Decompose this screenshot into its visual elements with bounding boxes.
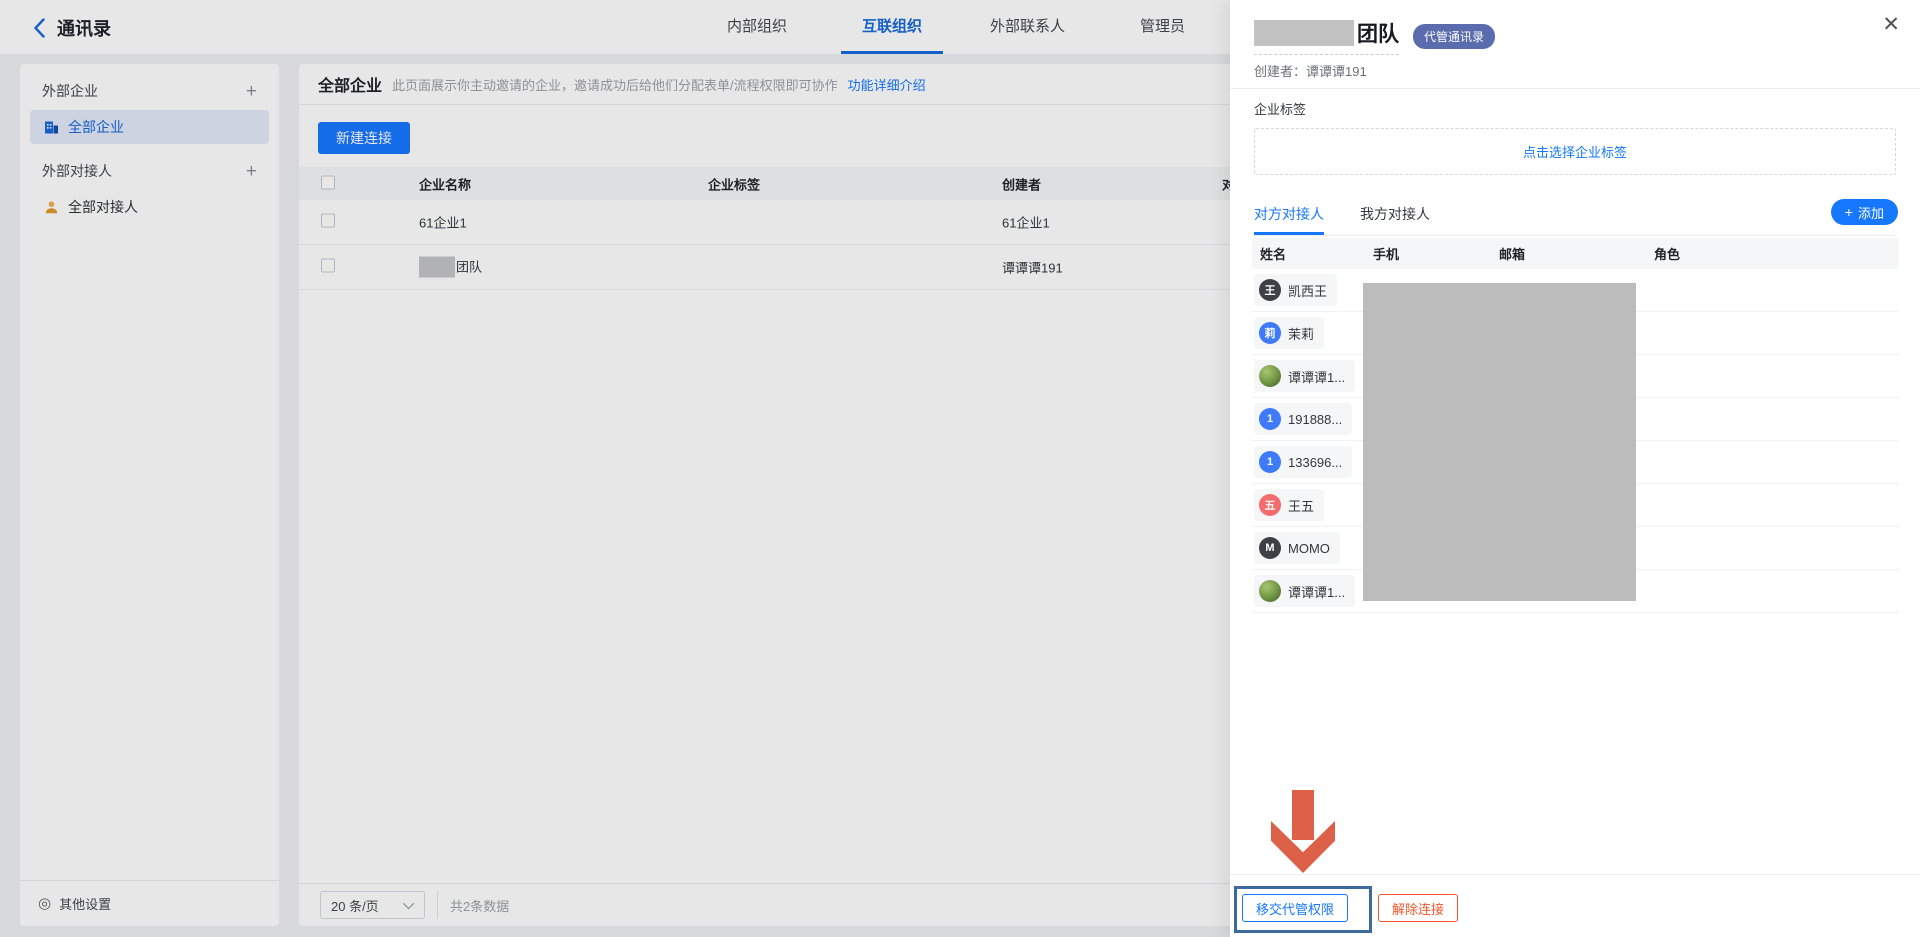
select-tag-placeholder: 点击选择企业标签 — [1523, 142, 1627, 161]
tab-our-contacts[interactable]: 我方对接人 — [1360, 196, 1430, 235]
sidebar-item-label: 全部企业 — [68, 117, 124, 137]
tab-external-contacts[interactable]: 外部联系人 — [990, 0, 1065, 54]
avatar — [1259, 580, 1281, 602]
sidebar-group-external-enterprise: 外部企业 + — [20, 72, 279, 110]
settings-target-icon: ◎ — [38, 896, 51, 911]
plus-icon: + — [1845, 205, 1853, 219]
panel-title-row: 团队 代管通讯录 — [1254, 18, 1495, 55]
add-enterprise-group-icon[interactable]: + — [246, 82, 257, 101]
sidebar-other-settings[interactable]: ◎ 其他设置 — [20, 880, 279, 926]
tab-internal-org[interactable]: 内部组织 — [727, 0, 787, 54]
sidebar-item-all-contacts[interactable]: 全部对接人 — [30, 190, 269, 224]
sidebar-item-label: 全部对接人 — [68, 197, 138, 217]
team-name: 团队 — [1357, 18, 1399, 48]
new-connection-button[interactable]: 新建连接 — [318, 122, 410, 154]
tab-interconnect-org[interactable]: 互联组织 — [862, 0, 922, 54]
disconnect-button[interactable]: 解除连接 — [1378, 894, 1458, 922]
person-chip[interactable]: 莉 茉莉 — [1254, 317, 1324, 349]
sidebar-group-label: 外部对接人 — [42, 161, 112, 181]
back-button[interactable]: 通讯录 — [34, 15, 111, 41]
col-name: 姓名 — [1260, 244, 1373, 263]
person-name: 191888... — [1288, 412, 1342, 427]
redacted-title-block — [1254, 20, 1354, 46]
avatar: 王 — [1259, 279, 1281, 301]
sidebar-item-all-enterprises[interactable]: 全部企业 — [30, 110, 269, 144]
feature-intro-link[interactable]: 功能详细介绍 — [848, 75, 926, 94]
building-icon — [44, 120, 59, 135]
avatar: 1 — [1259, 408, 1281, 430]
col-phone: 手机 — [1373, 244, 1499, 263]
section-description: 此页面展示你主动邀请的企业，邀请成功后给他们分配表单/流程权限即可协作 — [392, 75, 838, 94]
avatar: 1 — [1259, 451, 1281, 473]
pagination-divider — [437, 891, 438, 919]
page-size-select[interactable]: 20 条/页 — [320, 891, 425, 919]
col-creator: 创建者 — [1002, 174, 1041, 193]
enterprise-name-cell: 团队 — [419, 257, 482, 278]
col-enterprise-name: 企业名称 — [419, 174, 471, 193]
avatar: 莉 — [1259, 322, 1281, 344]
add-contact-group-icon[interactable]: + — [246, 162, 257, 181]
other-settings-label: 其他设置 — [59, 894, 111, 913]
person-chip[interactable]: 谭谭谭1... — [1254, 575, 1355, 607]
redacted-block — [419, 257, 455, 278]
col-enterprise-tag: 企业标签 — [708, 174, 760, 193]
creator-line: 创建者：谭谭谭191 — [1254, 61, 1367, 80]
contact-table-header: 姓名 手机 邮箱 角色 — [1252, 238, 1899, 269]
team-name-editable[interactable]: 团队 — [1254, 18, 1399, 55]
creator-cell: 61企业1 — [1002, 213, 1050, 232]
col-role: 角色 — [1654, 244, 1899, 263]
sidebar-group-external-contact: 外部对接人 + — [20, 152, 279, 190]
back-chevron-icon — [34, 18, 45, 38]
avatar — [1259, 365, 1281, 387]
transfer-managed-permission-button[interactable]: 移交代管权限 — [1242, 894, 1348, 922]
row-checkbox[interactable] — [321, 214, 335, 228]
section-title: 全部企业 — [318, 72, 382, 96]
person-icon — [44, 200, 59, 215]
managed-addressbook-badge: 代管通讯录 — [1413, 24, 1495, 49]
enterprise-name-cell: 61企业1 — [419, 213, 467, 232]
contact-tabs: 对方对接人 我方对接人 — [1254, 196, 1896, 236]
person-chip[interactable]: 1 191888... — [1254, 403, 1352, 435]
person-chip[interactable]: 谭谭谭1... — [1254, 360, 1355, 392]
select-all-checkbox[interactable] — [321, 175, 335, 189]
close-icon[interactable]: ✕ — [1882, 14, 1900, 35]
row-checkbox[interactable] — [321, 259, 335, 273]
add-contact-button[interactable]: + 添加 — [1831, 199, 1898, 225]
person-name: MOMO — [1288, 541, 1330, 556]
page-title: 通讯录 — [57, 15, 111, 41]
person-name: 谭谭谭1... — [1288, 367, 1345, 386]
select-enterprise-tag-box[interactable]: 点击选择企业标签 — [1254, 128, 1896, 175]
person-name: 凯西王 — [1288, 281, 1327, 300]
person-name: 茉莉 — [1288, 324, 1314, 343]
team-detail-panel: ✕ 团队 代管通讯录 创建者：谭谭谭191 企业标签 点击选择企业标签 对方对接… — [1230, 0, 1920, 937]
person-chip[interactable]: M MOMO — [1254, 532, 1340, 564]
add-label: 添加 — [1858, 203, 1884, 222]
avatar: M — [1259, 537, 1281, 559]
person-chip[interactable]: 1 133696... — [1254, 446, 1352, 478]
chevron-down-icon — [403, 898, 414, 909]
tab-admin[interactable]: 管理员 — [1140, 0, 1185, 54]
person-chip[interactable]: 王 凯西王 — [1254, 274, 1337, 306]
person-name: 谭谭谭1... — [1288, 582, 1345, 601]
col-email: 邮箱 — [1499, 244, 1654, 263]
tab-their-contacts[interactable]: 对方对接人 — [1254, 196, 1324, 235]
panel-footer: 移交代管权限 解除连接 — [1230, 874, 1920, 937]
page-size-value: 20 条/页 — [331, 896, 379, 915]
sidebar-group-label: 外部企业 — [42, 81, 98, 101]
total-count: 共2条数据 — [450, 896, 509, 915]
avatar: 五 — [1259, 494, 1281, 516]
redacted-privacy-block — [1363, 283, 1636, 601]
annotation-arrow-icon — [1271, 790, 1335, 873]
sidebar: 外部企业 + 全部企业 外部对接人 + 全部对接人 ◎ 其他设置 — [20, 64, 279, 926]
person-name: 王五 — [1288, 496, 1314, 515]
enterprise-tag-label: 企业标签 — [1254, 99, 1306, 118]
person-name: 133696... — [1288, 455, 1342, 470]
creator-cell: 谭谭谭191 — [1002, 258, 1063, 277]
divider — [1230, 88, 1920, 89]
person-chip[interactable]: 五 王五 — [1254, 489, 1324, 521]
